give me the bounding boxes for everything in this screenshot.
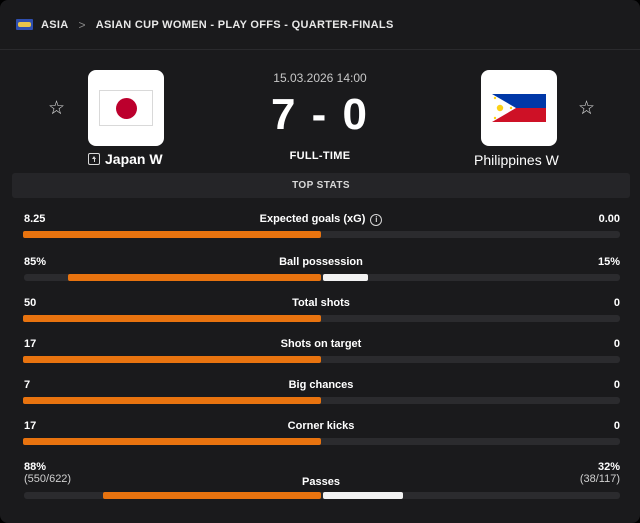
breadcrumb-competition[interactable]: ASIAN CUP WOMEN - PLAY OFFS - QUARTER-FI… xyxy=(96,19,394,31)
stat-home-text: 85% xyxy=(24,256,47,268)
chevron-right-icon: > xyxy=(78,17,86,32)
stat-away-value: 0 xyxy=(614,297,620,309)
stat-away-value: 0 xyxy=(614,379,620,391)
breadcrumb: ASIA > ASIAN CUP WOMEN - PLAY OFFS - QUA… xyxy=(0,0,640,50)
stat-bar-home xyxy=(23,356,321,363)
stat-bar-away xyxy=(323,492,403,499)
stat-home-value: 88% (550/622) xyxy=(24,461,71,485)
advance-arrow-icon xyxy=(88,153,100,165)
stat-bar-away xyxy=(323,274,368,281)
match-score: 7 - 0 xyxy=(270,90,370,139)
stat-home-text: 8.25 xyxy=(24,213,46,225)
stat-home-value: 50 xyxy=(24,297,36,309)
stat-label-text: Shots on target xyxy=(280,338,362,350)
stat-home-subtext: (550/622) xyxy=(24,473,72,485)
stat-label-text: Expected goals (xG) xyxy=(259,213,366,225)
stat-away-text: 15% xyxy=(597,256,620,268)
stat-bar-home xyxy=(23,397,321,404)
stat-away-text: 0 xyxy=(613,379,620,391)
stat-label-text: Ball possession xyxy=(279,256,363,268)
stat-row: 17 0 Shots on target xyxy=(0,338,640,372)
breadcrumb-region[interactable]: ASIA xyxy=(41,19,68,31)
home-team-name: Japan W xyxy=(105,151,163,167)
match-status: FULL-TIME xyxy=(289,150,351,162)
favorite-home-star-icon[interactable]: ☆ xyxy=(48,99,65,118)
stat-away-text: 0.00 xyxy=(598,213,620,225)
stat-home-value: 17 xyxy=(24,420,36,432)
stat-row: 50 0 Total shots xyxy=(0,297,640,331)
stat-label: Corner kicks xyxy=(180,420,462,432)
stat-away-text: 0 xyxy=(613,297,620,309)
stat-row: 7 0 Big chances xyxy=(0,379,640,413)
philippines-flag-icon xyxy=(492,94,546,122)
stat-away-value: 15% xyxy=(598,256,620,268)
top-stats-header: TOP STATS xyxy=(12,173,630,198)
stat-label: Passes xyxy=(180,476,462,488)
stat-label-text: Big chances xyxy=(288,379,354,391)
stat-label: Big chances xyxy=(180,379,462,391)
info-icon[interactable]: i xyxy=(370,214,383,226)
stat-away-value: 0 xyxy=(614,420,620,432)
stat-home-value: 7 xyxy=(24,379,30,391)
stat-bar-home xyxy=(103,492,321,499)
stat-away-text: 0 xyxy=(613,338,620,350)
stat-home-value: 8.25 xyxy=(24,213,45,225)
stat-bar-home xyxy=(23,315,321,322)
stat-row: 17 0 Corner kicks xyxy=(0,420,640,454)
stat-home-value: 85% xyxy=(24,256,46,268)
stat-away-value: 32% (38/117) xyxy=(580,461,620,485)
match-card: ASIA > ASIAN CUP WOMEN - PLAY OFFS - QUA… xyxy=(0,0,640,523)
stat-label: Shots on target xyxy=(180,338,462,350)
stat-away-value: 0.00 xyxy=(599,213,620,225)
stat-row: 88% (550/622) 32% (38/117) Passes xyxy=(0,461,640,505)
asia-flag-icon xyxy=(16,19,33,30)
stat-label: Total shots xyxy=(180,297,462,309)
stat-label: Ball possession xyxy=(180,256,462,268)
stat-away-value: 0 xyxy=(614,338,620,350)
stat-label[interactable]: Expected goals (xG) i xyxy=(180,213,462,226)
stat-bar-home xyxy=(68,274,321,281)
favorite-away-star-icon[interactable]: ☆ xyxy=(578,99,595,118)
stat-away-text: 32% xyxy=(597,461,620,473)
away-team-name[interactable]: Philippines W xyxy=(474,152,559,168)
stat-away-subtext: (38/117) xyxy=(579,473,620,485)
stat-label-text: Passes xyxy=(302,476,340,488)
home-team-name-row[interactable]: Japan W xyxy=(88,151,163,167)
stat-bar-home xyxy=(23,231,321,238)
match-datetime: 15.03.2026 14:00 xyxy=(273,71,367,85)
stat-row: 85% 15% Ball possession xyxy=(0,256,640,290)
stat-home-text: 17 xyxy=(24,338,37,350)
stat-row: 8.25 0.00 Expected goals (xG) i xyxy=(0,213,640,247)
japan-flag-icon xyxy=(99,90,153,126)
stat-home-text: 7 xyxy=(24,379,31,391)
stat-home-text: 88% xyxy=(24,461,47,473)
stat-home-value: 17 xyxy=(24,338,36,350)
home-team-logo[interactable] xyxy=(88,70,164,146)
stat-bar-home xyxy=(23,438,321,445)
stat-label-text: Corner kicks xyxy=(287,420,355,432)
away-team-logo[interactable] xyxy=(481,70,557,146)
stat-away-text: 0 xyxy=(613,420,620,432)
stat-home-text: 50 xyxy=(24,297,37,309)
stat-home-text: 17 xyxy=(24,420,37,432)
stat-label-text: Total shots xyxy=(292,297,350,309)
